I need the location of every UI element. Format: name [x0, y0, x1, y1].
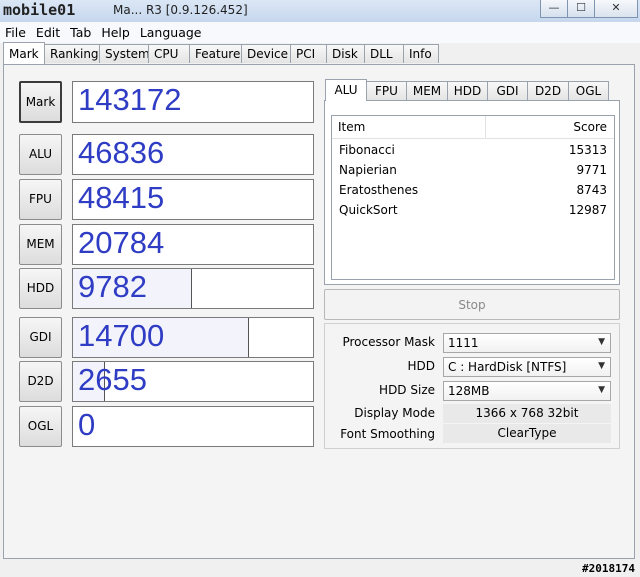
- item-name: Napierian: [339, 163, 397, 177]
- list-item[interactable]: Napierian 9771: [332, 160, 614, 180]
- close-button[interactable]: ✕: [594, 0, 638, 18]
- subtab-gdi[interactable]: GDI: [487, 81, 528, 100]
- hdd-score-bar: 9782: [72, 268, 314, 309]
- ogl-score-bar: 0: [72, 406, 314, 447]
- tab-device[interactable]: Device: [241, 44, 291, 63]
- main-tab-strip: Mark Ranking System CPU Feature Device P…: [3, 42, 439, 64]
- gdi-button[interactable]: GDI: [19, 317, 62, 358]
- subtab-hdd[interactable]: HDD: [447, 81, 488, 100]
- font-smoothing-label: Font Smoothing: [340, 427, 435, 441]
- d2d-score-value: 2655: [78, 362, 147, 397]
- subtab-fpu[interactable]: FPU: [366, 81, 407, 100]
- display-mode-label: Display Mode: [354, 406, 435, 420]
- processor-mask-select[interactable]: 1111 ▼: [443, 333, 611, 353]
- d2d-button[interactable]: D2D: [19, 361, 62, 402]
- sub-tab-strip: ALU FPU MEM HDD GDI D2D OGL: [325, 79, 609, 101]
- item-score: 8743: [576, 183, 607, 197]
- menu-bar: File Edit Tab Help Language: [0, 22, 640, 43]
- tab-ranking[interactable]: Ranking: [44, 44, 100, 63]
- mem-button[interactable]: MEM: [19, 224, 62, 265]
- font-smoothing-value: ClearType: [443, 424, 611, 443]
- menu-tab[interactable]: Tab: [65, 22, 96, 43]
- window-controls: — ☐ ✕: [540, 0, 638, 18]
- tab-mark[interactable]: Mark: [3, 42, 45, 64]
- tab-dll[interactable]: DLL: [364, 44, 404, 63]
- alu-button[interactable]: ALU: [19, 134, 62, 175]
- chevron-down-icon: ▼: [598, 337, 605, 347]
- gdi-score-value: 14700: [78, 318, 165, 353]
- subtab-mem[interactable]: MEM: [406, 81, 448, 100]
- menu-help[interactable]: Help: [96, 22, 135, 43]
- title-bar: mobile01 Ma... R3 [0.9.126.452] — ☐ ✕: [0, 0, 640, 23]
- tab-feature[interactable]: Feature: [189, 44, 242, 63]
- hdd-size-select[interactable]: 128MB ▼: [443, 381, 611, 401]
- mark-button[interactable]: Mark: [19, 81, 62, 123]
- tab-pci[interactable]: PCI: [290, 44, 327, 63]
- list-item[interactable]: QuickSort 12987: [332, 200, 614, 220]
- alu-subpanel: Item Score Fibonacci 15313 Napierian 977…: [324, 100, 620, 285]
- item-score: 9771: [576, 163, 607, 177]
- maximize-button[interactable]: ☐: [567, 0, 595, 18]
- display-mode-value: 1366 x 768 32bit: [443, 404, 611, 423]
- fpu-score-bar: 48415: [72, 179, 314, 220]
- list-header: Item Score: [332, 116, 614, 139]
- hdd-label: HDD: [407, 359, 435, 373]
- fpu-button[interactable]: FPU: [19, 179, 62, 220]
- hdd-score-value: 9782: [78, 269, 147, 304]
- column-divider[interactable]: [485, 116, 486, 138]
- list-item[interactable]: Fibonacci 15313: [332, 140, 614, 160]
- chevron-down-icon: ▼: [598, 385, 605, 395]
- gdi-score-bar: 14700: [72, 317, 314, 358]
- alu-score-value: 46836: [78, 135, 165, 170]
- watermark-logo: mobile01: [3, 1, 76, 19]
- mark-score-bar: 143172: [72, 81, 314, 123]
- tab-disk[interactable]: Disk: [326, 44, 365, 63]
- alu-score-bar: 46836: [72, 134, 314, 175]
- mem-score-bar: 20784: [72, 224, 314, 265]
- ogl-button[interactable]: OGL: [19, 406, 62, 447]
- d2d-score-bar: 2655: [72, 361, 314, 402]
- menu-edit[interactable]: Edit: [31, 22, 65, 43]
- column-header-item[interactable]: Item: [338, 120, 483, 137]
- alu-results-list[interactable]: Item Score Fibonacci 15313 Napierian 977…: [331, 115, 615, 280]
- item-score: 15313: [568, 143, 607, 157]
- subtab-ogl[interactable]: OGL: [568, 81, 609, 100]
- menu-language[interactable]: Language: [135, 22, 207, 43]
- item-score: 12987: [568, 203, 607, 217]
- ogl-score-value: 0: [78, 407, 96, 442]
- chevron-down-icon: ▼: [598, 361, 605, 371]
- mem-score-value: 20784: [78, 225, 165, 260]
- settings-panel: Processor Mask 1111 ▼ HDD C : HardDisk […: [324, 323, 620, 449]
- hdd-select[interactable]: C : HardDisk [NTFS] ▼: [443, 357, 611, 377]
- processor-mask-label: Processor Mask: [342, 335, 435, 349]
- stop-button[interactable]: Stop: [324, 289, 620, 320]
- list-item[interactable]: Eratosthenes 8743: [332, 180, 614, 200]
- tab-info[interactable]: Info: [403, 44, 439, 63]
- subtab-alu[interactable]: ALU: [325, 79, 367, 101]
- menu-file[interactable]: File: [0, 22, 31, 43]
- item-name: QuickSort: [339, 203, 398, 217]
- fpu-score-value: 48415: [78, 180, 165, 215]
- watermark-id: #2018174: [582, 562, 635, 575]
- column-header-score[interactable]: Score: [573, 120, 607, 134]
- item-name: Eratosthenes: [339, 183, 419, 197]
- tab-system[interactable]: System: [99, 44, 150, 63]
- window-title: Ma... R3 [0.9.126.452]: [113, 3, 248, 17]
- hdd-size-label: HDD Size: [379, 383, 435, 397]
- subtab-d2d[interactable]: D2D: [527, 81, 569, 100]
- hdd-button[interactable]: HDD: [19, 268, 62, 309]
- minimize-button[interactable]: —: [540, 0, 568, 18]
- item-name: Fibonacci: [339, 143, 395, 157]
- tab-cpu[interactable]: CPU: [148, 44, 190, 63]
- mark-score-value: 143172: [78, 82, 182, 117]
- hdd-size-value: 128MB: [448, 384, 490, 398]
- processor-mask-value: 1111: [448, 336, 479, 350]
- hdd-value: C : HardDisk [NTFS]: [448, 360, 567, 374]
